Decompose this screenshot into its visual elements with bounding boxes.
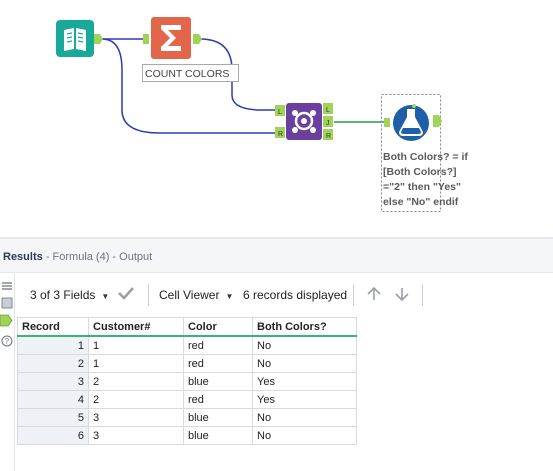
results-table: Record Customer# Color Both Colors? 1 1 …	[17, 317, 357, 445]
summarize-annotation: COUNT COLORS	[142, 64, 239, 82]
table-row[interactable]: 4 2 red Yes	[17, 390, 357, 409]
color-cell: blue	[183, 408, 253, 427]
formula-annotation-line: ="2" then "Yes"	[383, 181, 461, 193]
formula-annotation-line: Both Colors? = if	[383, 151, 468, 163]
join-tool[interactable]: L R L J R	[275, 103, 337, 141]
records-count: 6 records displayed	[243, 288, 348, 302]
checkmark-icon[interactable]	[117, 285, 135, 304]
join-right-anchor: R	[278, 131, 283, 138]
table-row[interactable]: 6 3 blue No	[17, 426, 357, 445]
both-colors-cell: Yes	[252, 372, 357, 391]
list-icon[interactable]	[1, 278, 13, 296]
arrow-up-icon[interactable]	[366, 286, 382, 305]
chevron-down-icon: ▼	[225, 292, 234, 301]
fields-dropdown-label: 3 of 3 Fields	[30, 288, 96, 302]
customer-cell: 3	[88, 426, 184, 445]
cell-viewer-dropdown[interactable]: Cell Viewer ▼	[159, 288, 233, 302]
column-header-customer[interactable]: Customer#	[88, 317, 184, 337]
results-header: Results - Formula (4) - Output	[0, 237, 553, 273]
input-tool[interactable]	[56, 20, 104, 58]
svg-text:?: ?	[5, 337, 10, 346]
join-out-left-anchor: L	[326, 107, 330, 114]
record-cell: 1	[17, 335, 89, 355]
arrow-down-icon[interactable]	[394, 286, 410, 305]
record-cell: 4	[17, 390, 89, 409]
record-cell: 3	[17, 372, 89, 391]
color-cell: blue	[183, 372, 253, 391]
column-header-both-colors[interactable]: Both Colors?	[252, 317, 357, 337]
join-out-right-anchor: R	[326, 133, 331, 140]
formula-annotation-line: [Both Colors?]	[383, 166, 457, 178]
results-title: Results - Formula (4) - Output	[3, 251, 152, 263]
table-row[interactable]: 1 1 red No	[17, 335, 357, 355]
cell-viewer-label: Cell Viewer	[159, 288, 220, 302]
results-subtitle: - Formula (4) - Output	[45, 251, 153, 263]
results-title-label: Results	[3, 251, 43, 263]
results-left-rail: ?	[0, 274, 15, 471]
both-colors-cell: Yes	[252, 390, 357, 409]
summarize-tool[interactable]	[143, 17, 203, 61]
table-row[interactable]: 3 2 blue Yes	[17, 372, 357, 391]
both-colors-cell: No	[252, 335, 357, 355]
results-toolbar: 3 of 3 Fields ▼ Cell Viewer ▼ 6 records di…	[17, 278, 553, 312]
table-icon[interactable]	[1, 296, 13, 314]
customer-cell: 2	[88, 372, 184, 391]
customer-cell: 2	[88, 390, 184, 409]
record-cell: 5	[17, 408, 89, 427]
table-header-row: Record Customer# Color Both Colors?	[17, 317, 357, 337]
customer-cell: 1	[88, 335, 184, 355]
table-row[interactable]: 2 1 red No	[17, 354, 357, 373]
color-cell: red	[183, 354, 253, 373]
toolbar-divider	[422, 284, 423, 306]
customer-cell: 3	[88, 408, 184, 427]
customer-cell: 1	[88, 354, 184, 373]
workflow-canvas[interactable]: COUNT COLORS L R L J R Both Colors? = if…	[0, 0, 553, 237]
formula-annotation: Both Colors? = if [Both Colors?] ="2" th…	[383, 150, 473, 210]
join-left-anchor: L	[278, 109, 282, 116]
fields-dropdown[interactable]: 3 of 3 Fields ▼	[30, 288, 109, 302]
column-header-color[interactable]: Color	[183, 317, 253, 337]
toolbar-divider	[353, 284, 354, 306]
color-cell: red	[183, 335, 253, 355]
record-cell: 2	[17, 354, 89, 373]
formula-annotation-line: else "No" endif	[383, 196, 459, 208]
chevron-down-icon: ▼	[101, 292, 110, 301]
output-anchor-icon[interactable]	[0, 314, 13, 332]
both-colors-cell: No	[252, 426, 357, 445]
both-colors-cell: No	[252, 408, 357, 427]
results-panel: Results - Formula (4) - Output ? 3 of 3 …	[0, 237, 553, 471]
toolbar-divider	[148, 284, 149, 306]
color-cell: blue	[183, 426, 253, 445]
both-colors-cell: No	[252, 354, 357, 373]
join-out-join-anchor: J	[326, 120, 330, 127]
column-header-record[interactable]: Record	[17, 317, 89, 337]
table-row[interactable]: 5 3 blue No	[17, 408, 357, 427]
help-icon[interactable]: ?	[1, 334, 13, 352]
color-cell: red	[183, 390, 253, 409]
record-cell: 6	[17, 426, 89, 445]
